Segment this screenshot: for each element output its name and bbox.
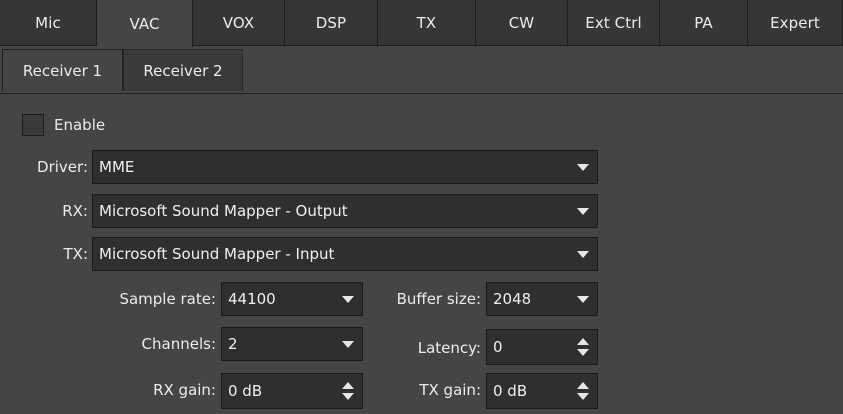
arrow-up-icon[interactable] xyxy=(342,382,354,389)
tab-vac[interactable]: VAC xyxy=(97,0,193,47)
arrow-up-icon[interactable] xyxy=(577,338,589,345)
tab-label: VAC xyxy=(129,14,160,33)
channels-value: 2 xyxy=(228,335,238,353)
chevron-down-icon xyxy=(577,163,589,171)
enable-label: Enable xyxy=(54,116,106,134)
sample-rate-label: Sample rate: xyxy=(119,290,216,308)
tab-divider xyxy=(0,93,843,94)
buffer-size-label: Buffer size: xyxy=(396,290,481,308)
tab-receiver-1[interactable]: Receiver 1 xyxy=(2,49,123,91)
channels-label: Channels: xyxy=(141,335,216,353)
subtab-label: Receiver 2 xyxy=(143,61,223,80)
driver-value: MME xyxy=(99,158,135,176)
settings-tab-bar: Mic VAC VOX DSP TX CW Ext Ctrl PA Expert xyxy=(0,0,843,47)
tab-mic[interactable]: Mic xyxy=(0,0,97,46)
tx-gain-value: 0 dB xyxy=(493,382,528,400)
tab-label: DSP xyxy=(315,13,347,32)
tab-dsp[interactable]: DSP xyxy=(285,0,378,46)
tx-device-value: Microsoft Sound Mapper - Input xyxy=(99,245,335,263)
tx-gain-label: TX gain: xyxy=(419,381,481,399)
buffer-size-select[interactable]: 2048 xyxy=(486,282,598,316)
tab-expert[interactable]: Expert xyxy=(748,0,843,46)
tab-label: Mic xyxy=(35,13,61,32)
tab-cw[interactable]: CW xyxy=(476,0,568,46)
driver-select[interactable]: MME xyxy=(92,150,598,184)
tab-receiver-2[interactable]: Receiver 2 xyxy=(123,49,243,91)
latency-spinner[interactable]: 0 xyxy=(486,329,598,365)
rx-device-value: Microsoft Sound Mapper - Output xyxy=(99,202,348,220)
arrow-down-icon[interactable] xyxy=(577,349,589,356)
chevron-down-icon xyxy=(342,340,354,348)
tx-device-select[interactable]: Microsoft Sound Mapper - Input xyxy=(92,237,598,271)
rx-device-select[interactable]: Microsoft Sound Mapper - Output xyxy=(92,194,598,228)
arrow-down-icon[interactable] xyxy=(342,393,354,400)
enable-checkbox[interactable] xyxy=(22,114,44,136)
latency-value: 0 xyxy=(493,338,503,356)
rx-device-label: RX: xyxy=(62,202,88,220)
tab-label: PA xyxy=(694,13,713,32)
tx-gain-spinner[interactable]: 0 dB xyxy=(486,373,598,409)
tab-label: CW xyxy=(508,13,535,32)
sample-rate-select[interactable]: 44100 xyxy=(221,282,363,316)
buffer-size-value: 2048 xyxy=(493,290,532,308)
latency-label: Latency: xyxy=(417,339,481,357)
subtab-label: Receiver 1 xyxy=(22,61,103,80)
spinner-arrows[interactable] xyxy=(577,330,597,364)
tx-device-label: TX: xyxy=(63,245,89,263)
tab-tx[interactable]: TX xyxy=(378,0,476,46)
spinner-arrows[interactable] xyxy=(577,374,597,408)
arrow-up-icon[interactable] xyxy=(577,382,589,389)
rx-gain-value: 0 dB xyxy=(228,382,263,400)
tab-label: Expert xyxy=(770,13,820,32)
rx-gain-label: RX gain: xyxy=(153,381,216,399)
rx-gain-spinner[interactable]: 0 dB xyxy=(221,373,363,409)
arrow-down-icon[interactable] xyxy=(577,393,589,400)
chevron-down-icon xyxy=(342,295,354,303)
tab-label: VOX xyxy=(222,13,255,32)
tab-vox[interactable]: VOX xyxy=(193,0,285,46)
sample-rate-value: 44100 xyxy=(228,290,276,308)
chevron-down-icon xyxy=(577,207,589,215)
channels-select[interactable]: 2 xyxy=(221,327,363,361)
tab-label: Ext Ctrl xyxy=(585,13,642,32)
tab-ext-ctrl[interactable]: Ext Ctrl xyxy=(568,0,660,46)
spinner-arrows[interactable] xyxy=(342,374,362,408)
chevron-down-icon xyxy=(577,295,589,303)
tab-label: TX xyxy=(416,13,437,32)
tab-pa[interactable]: PA xyxy=(660,0,748,46)
driver-label: Driver: xyxy=(37,158,88,176)
chevron-down-icon xyxy=(577,250,589,258)
